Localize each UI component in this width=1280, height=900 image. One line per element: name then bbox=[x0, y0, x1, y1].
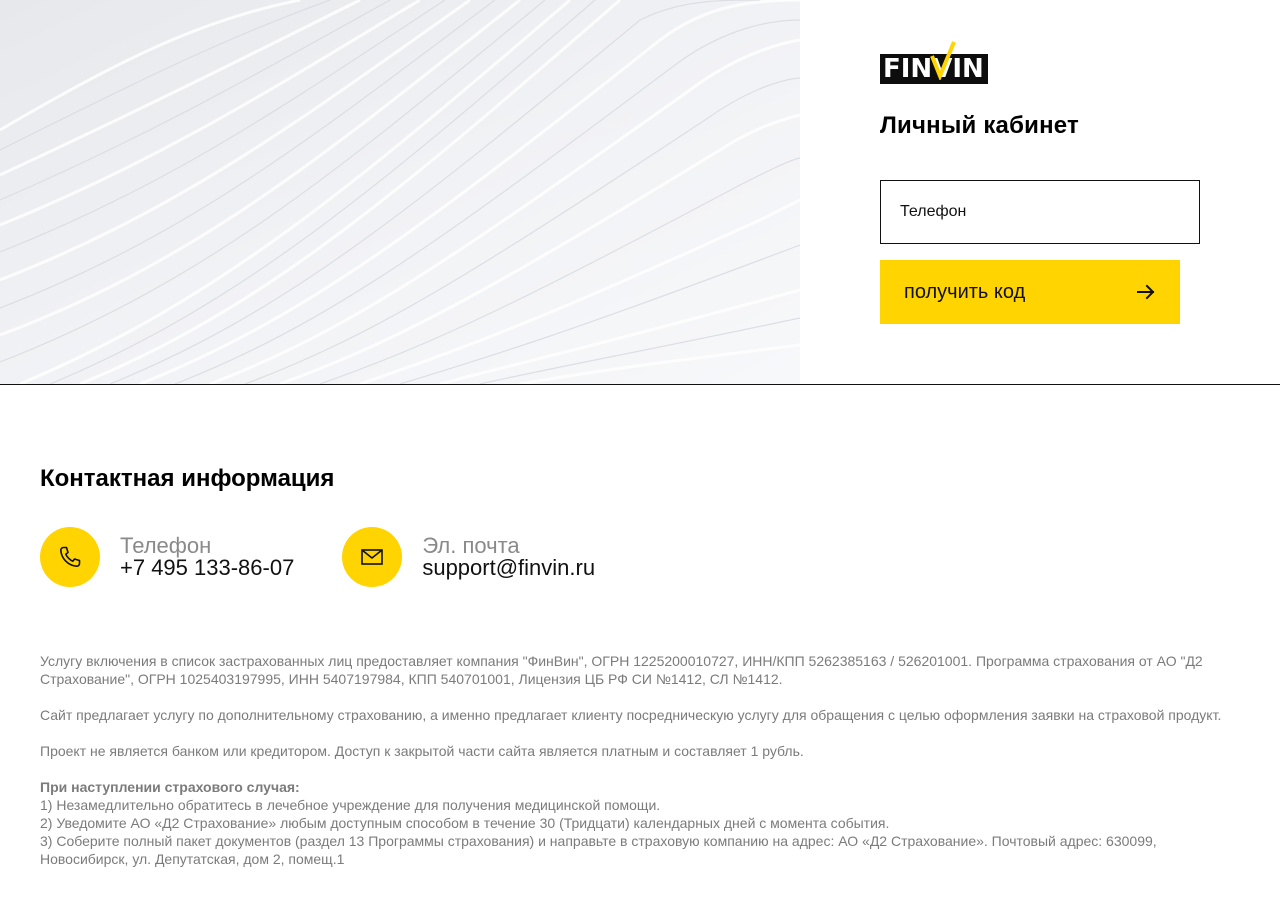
contact-phone-text: Телефон +7 495 133-86-07 bbox=[120, 535, 294, 579]
contact-email-label: Эл. почта bbox=[422, 533, 520, 558]
contact-phone: Телефон +7 495 133-86-07 bbox=[40, 527, 294, 587]
arrow-right-icon bbox=[1137, 284, 1155, 300]
contact-email-link[interactable]: support@finvin.ru bbox=[422, 557, 595, 579]
contacts-title: Контактная информация bbox=[40, 465, 335, 492]
logo-wordmark: FINVIN bbox=[880, 41, 988, 84]
contacts-list: Телефон +7 495 133-86-07 Эл. почта suppo… bbox=[40, 527, 1240, 587]
mail-icon-badge bbox=[342, 527, 403, 587]
finvin-logo[interactable]: FINVIN bbox=[880, 40, 1200, 84]
phone-icon-badge bbox=[40, 527, 100, 587]
wave-lines-decoration bbox=[0, 0, 800, 384]
contact-phone-link[interactable]: +7 495 133-86-07 bbox=[120, 557, 294, 579]
contact-email-text: Эл. почта support@finvin.ru bbox=[422, 535, 595, 579]
logo-checkmark-icon bbox=[930, 41, 956, 80]
insurance-step: 2) Уведомите АО «Д2 Страхование» любым д… bbox=[40, 815, 890, 831]
get-code-button-label: получить код bbox=[904, 280, 1026, 303]
phone-input[interactable] bbox=[880, 180, 1200, 244]
mail-icon bbox=[361, 549, 384, 565]
insurance-step: 3) Соберите полный пакет документов (раз… bbox=[40, 833, 1157, 867]
phone-icon bbox=[60, 546, 81, 567]
get-code-button[interactable]: получить код bbox=[880, 260, 1180, 324]
insurance-steps-title: При наступлении страхового случая: bbox=[40, 779, 300, 795]
contact-email: Эл. почта support@finvin.ru bbox=[342, 527, 595, 587]
hero-background-image bbox=[0, 0, 800, 384]
insurance-step: 1) Незамедлительно обратитесь в лечебное… bbox=[40, 797, 661, 813]
contact-phone-label: Телефон bbox=[120, 533, 212, 558]
contacts-section: Контактная информация Телефон +7 495 133… bbox=[40, 465, 1240, 587]
hero-section: FINVIN Личный кабинет получить код bbox=[0, 0, 1280, 385]
legal-disclaimer: Услугу включения в список застрахованных… bbox=[40, 652, 1245, 868]
insurance-steps: При наступлении страхового случая: 1) Не… bbox=[40, 778, 1245, 868]
legal-paragraph: Услугу включения в список застрахованных… bbox=[40, 653, 1203, 687]
legal-paragraph: Проект не является банком или кредитором… bbox=[40, 743, 804, 759]
page-title: Личный кабинет bbox=[880, 112, 1079, 139]
legal-paragraph: Сайт предлагает услугу по дополнительном… bbox=[40, 707, 1222, 723]
login-panel: FINVIN Личный кабинет получить код bbox=[880, 40, 1200, 324]
